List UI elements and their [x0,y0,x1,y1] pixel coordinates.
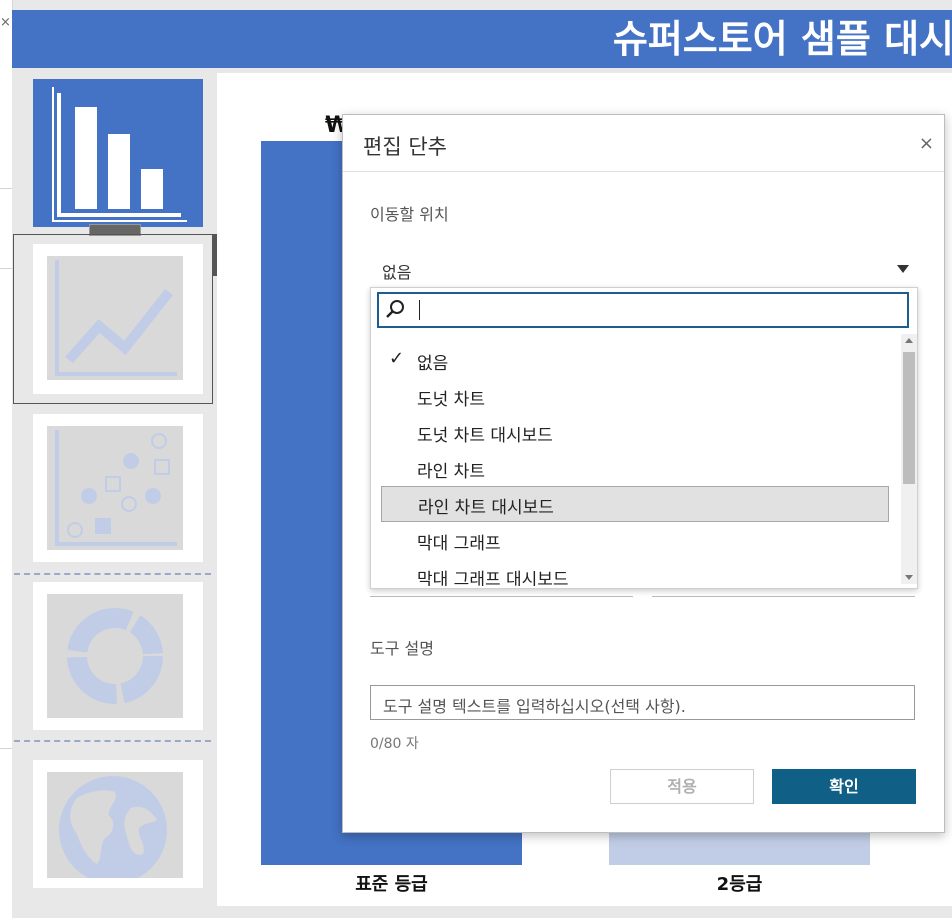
close-icon[interactable]: × [0,16,11,30]
scroll-up-icon[interactable] [905,338,913,343]
field-underline [370,596,633,597]
dashboard-title: 슈퍼스토어 샘플 대시 [612,17,952,61]
list-item-label: 도넛 차트 [417,390,485,410]
line-chart-icon [47,256,183,380]
field-underline [652,596,915,597]
list-item-label: 도넛 차트 대시보드 [417,426,553,446]
bar-chart-icon [52,87,187,222]
scatter-plot-thumbnail[interactable] [33,414,203,562]
search-input[interactable] [377,292,909,328]
list-scrollbar[interactable] [901,334,917,584]
tooltip-label: 도구 설명 [370,639,434,658]
navigation-thumbnails: ✕ ▾ [12,68,233,918]
text-cursor [419,300,420,320]
list-item-bar-graph[interactable]: 막대 그래프 [381,522,889,558]
chevron-down-icon [897,265,909,273]
divider [0,188,12,189]
category-label: 표준 등급 [355,874,428,895]
divider [0,748,12,749]
checkmark-icon: ✓ [389,348,405,369]
tooltip-text-field[interactable]: 도구 설명 텍스트를 입력하십시오(선택 사항). [370,685,915,720]
section-divider [14,740,211,742]
list-item-label: 없음 [417,354,449,374]
list-item-donut-chart[interactable]: 도넛 차트 [381,378,889,414]
list-item-line-chart-dashboard[interactable]: 라인 차트 대시보드 [381,486,889,522]
bar-chart-thumbnail[interactable] [33,79,203,227]
canvas-bottom-edge [217,906,952,918]
target-dropdown-value: 없음 [382,263,412,282]
section-divider [14,573,211,575]
map-thumbnail[interactable] [33,760,203,888]
list-item-label: 막대 그래프 [417,534,501,554]
donut-chart-thumbnail[interactable] [33,582,203,730]
category-label: 2등급 [716,874,763,895]
scatter-plot-icon [47,426,183,550]
globe-icon [47,772,183,884]
scroll-down-icon[interactable] [905,575,913,580]
target-options-list: ✓ 없음 도넛 차트 도넛 차트 대시보드 라인 차트 라인 차트 대시보드 막… [370,287,918,589]
edit-button-dialog: 편집 단추 × 이동할 위치 없음 ✓ 없음 도넛 차트 도넛 차트 대시보드 … [342,114,945,833]
list-item-line-chart[interactable]: 라인 차트 [381,450,889,486]
apply-button[interactable]: 적용 [610,769,754,804]
scroll-thumb[interactable] [903,352,915,484]
list-item-none[interactable]: ✓ 없음 [381,342,889,378]
list-item-label: 라인 차트 [417,462,485,482]
search-icon [386,300,404,318]
tooltip-placeholder: 도구 설명 텍스트를 입력하십시오(선택 사항). [383,697,686,716]
ok-button[interactable]: 확인 [772,769,916,804]
target-label: 이동할 위치 [370,205,449,224]
divider [343,171,944,172]
close-icon[interactable]: × [919,133,934,154]
target-dropdown[interactable]: 없음 [370,255,915,285]
list-item-bar-graph-dashboard[interactable]: 막대 그래프 대시보드 [381,558,889,586]
list-item-label: 라인 차트 대시보드 [418,498,554,518]
list-item-donut-chart-dashboard[interactable]: 도넛 차트 대시보드 [381,414,889,450]
divider [0,268,12,269]
donut-chart-icon [47,594,183,718]
line-chart-thumbnail[interactable] [33,244,203,394]
character-count: 0/80 자 [370,736,419,752]
dashboard-banner: 슈퍼스토어 샘플 대시 [12,10,952,68]
list-item-label: 막대 그래프 대시보드 [417,570,569,586]
dialog-title: 편집 단추 [363,135,447,159]
